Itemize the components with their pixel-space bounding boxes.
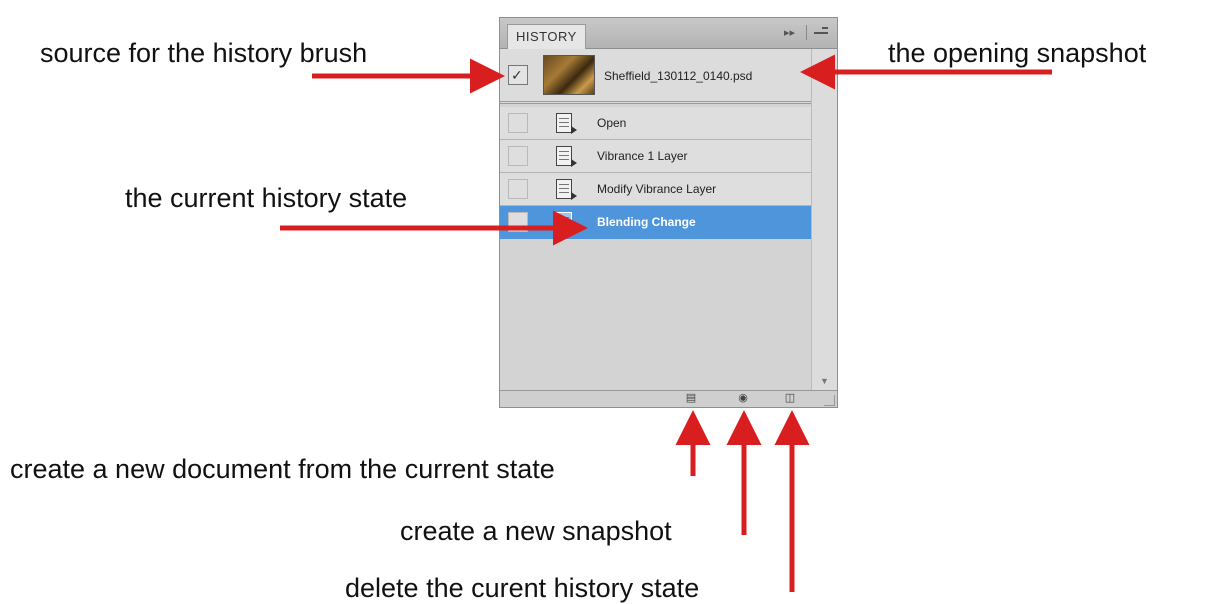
annotation-arrows [280,54,1052,592]
